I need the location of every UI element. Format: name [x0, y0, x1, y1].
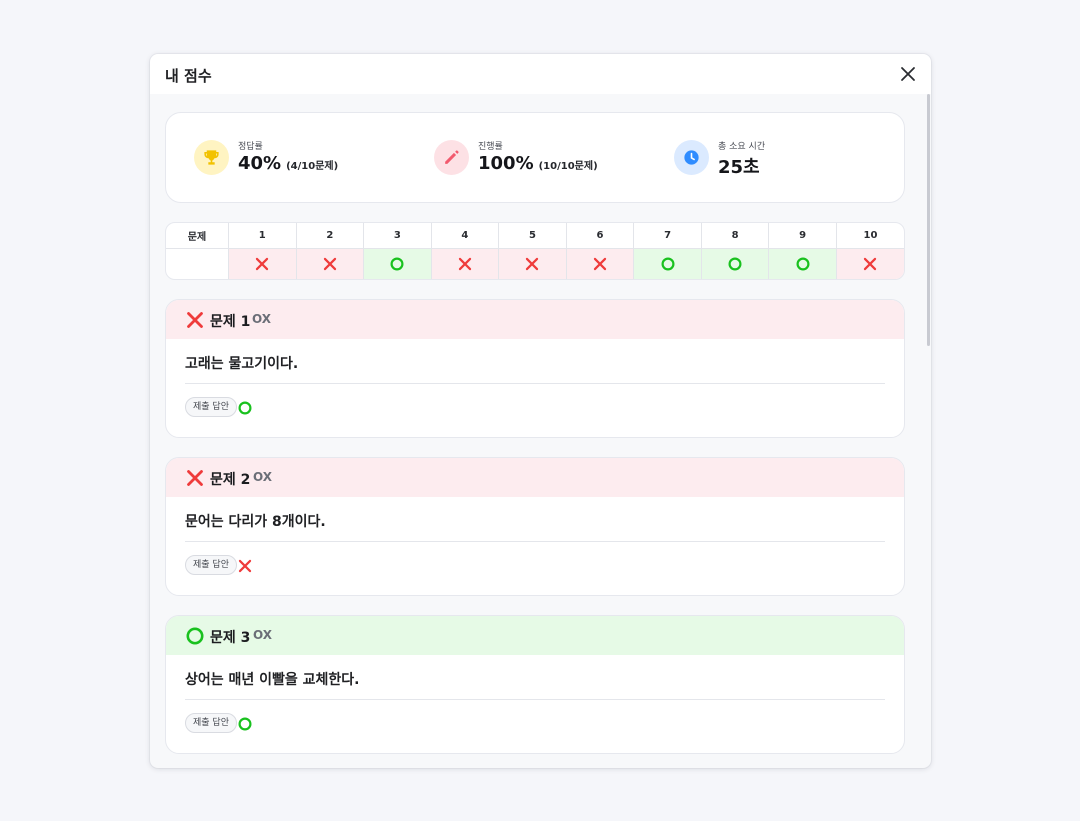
- question-type: OX: [253, 628, 273, 642]
- question-header: 문제 3 OX: [166, 616, 904, 655]
- grid-result-cell[interactable]: [296, 248, 365, 279]
- grid-result-cell[interactable]: [566, 248, 635, 279]
- grid-result-cell[interactable]: [633, 248, 702, 279]
- submitted-answer-badge: 제출 답안: [185, 713, 237, 733]
- submitted-answer-icon: [238, 558, 252, 573]
- submitted-answer-badge: 제출 답안: [185, 555, 237, 575]
- grid-result-cell[interactable]: [836, 248, 904, 279]
- accuracy-value-row: 40% (4/10문제): [238, 153, 338, 174]
- grid-result-cell[interactable]: [768, 248, 837, 279]
- question-title: 문제 1: [210, 314, 251, 330]
- time-value-row: 25초: [718, 153, 760, 179]
- modal-header: 내 점수: [150, 54, 931, 94]
- grid-result-cell[interactable]: [498, 248, 567, 279]
- scrollbar-thumb[interactable]: [927, 94, 930, 346]
- score-modal: 내 점수 정답률 40% (4/10문제) 진행률 100% (10/10문제)…: [150, 54, 931, 768]
- grid-number[interactable]: 4: [431, 223, 500, 249]
- wrong-mark-icon: [593, 257, 607, 274]
- question-header: 문제 2 OX: [166, 458, 904, 497]
- question-card-2[interactable]: 문제 2 OX 문어는 다리가 8개이다. 제출 답안: [165, 457, 905, 596]
- grid-number[interactable]: 5: [498, 223, 567, 249]
- question-text: 상어는 매년 이빨을 교체한다.: [185, 672, 360, 688]
- close-icon: [901, 67, 915, 81]
- accuracy-detail: (4/10문제): [286, 161, 339, 172]
- grid-number[interactable]: 8: [701, 223, 770, 249]
- question-text: 고래는 물고기이다.: [185, 356, 299, 372]
- wrong-mark-icon: [525, 257, 539, 274]
- close-button[interactable]: [897, 63, 919, 85]
- divider: [185, 541, 885, 542]
- question-type: OX: [253, 470, 273, 484]
- wrong-mark-icon: [863, 257, 877, 274]
- question-type: OX: [252, 312, 272, 326]
- correct-mark-icon: [661, 256, 675, 274]
- trophy-icon: [194, 140, 229, 175]
- grid-number[interactable]: 10: [836, 223, 904, 249]
- accuracy-value: 40%: [238, 153, 282, 174]
- clock-icon: [674, 140, 709, 175]
- grid-result-cell[interactable]: [701, 248, 770, 279]
- pencil-icon: [434, 140, 469, 175]
- wrong-mark-icon: [255, 257, 269, 274]
- grid-result-cell[interactable]: [431, 248, 500, 279]
- wrong-mark-icon: [186, 469, 204, 487]
- question-text: 문어는 다리가 8개이다.: [185, 514, 326, 530]
- modal-title: 내 점수: [165, 67, 212, 85]
- grid-result-cell[interactable]: [363, 248, 432, 279]
- submitted-answer-badge: 제출 답안: [185, 397, 237, 417]
- grid-number[interactable]: 1: [228, 223, 297, 249]
- wrong-mark-icon: [186, 311, 204, 329]
- divider: [185, 383, 885, 384]
- scrollbar[interactable]: [925, 94, 931, 768]
- correct-mark-icon: [186, 627, 204, 645]
- grid-empty-cell: [166, 248, 229, 279]
- submitted-answer-icon: [238, 400, 252, 415]
- grid-result-cell[interactable]: [228, 248, 297, 279]
- progress-value-row: 100% (10/10문제): [478, 153, 598, 174]
- question-title: 문제 2: [210, 472, 251, 488]
- grid-number[interactable]: 9: [768, 223, 837, 249]
- grid-header-label: 문제: [166, 223, 229, 249]
- progress-label: 진행률: [478, 142, 503, 152]
- time-label: 총 소요 시간: [718, 142, 766, 152]
- result-grid: 문제 1 2 3 4 5 6 7 8 9 10: [165, 222, 905, 280]
- progress-value: 100%: [478, 153, 534, 174]
- divider: [185, 699, 885, 700]
- question-card-3[interactable]: 문제 3 OX 상어는 매년 이빨을 교체한다. 제출 답안: [165, 615, 905, 754]
- grid-number[interactable]: 2: [296, 223, 365, 249]
- time-value: 25초: [718, 157, 760, 178]
- accuracy-label: 정답률: [238, 142, 263, 152]
- question-card-1[interactable]: 문제 1 OX 고래는 물고기이다. 제출 답안: [165, 299, 905, 438]
- summary-card: 정답률 40% (4/10문제) 진행률 100% (10/10문제) 총 소요…: [165, 112, 905, 203]
- correct-mark-icon: [390, 256, 404, 274]
- question-header: 문제 1 OX: [166, 300, 904, 339]
- submitted-answer-icon: [238, 716, 252, 731]
- progress-detail: (10/10문제): [538, 161, 598, 172]
- correct-mark-icon: [728, 256, 742, 274]
- correct-mark-icon: [796, 256, 810, 274]
- grid-number[interactable]: 7: [633, 223, 702, 249]
- question-title: 문제 3: [210, 630, 251, 646]
- grid-number[interactable]: 6: [566, 223, 635, 249]
- grid-number[interactable]: 3: [363, 223, 432, 249]
- wrong-mark-icon: [323, 257, 337, 274]
- wrong-mark-icon: [458, 257, 472, 274]
